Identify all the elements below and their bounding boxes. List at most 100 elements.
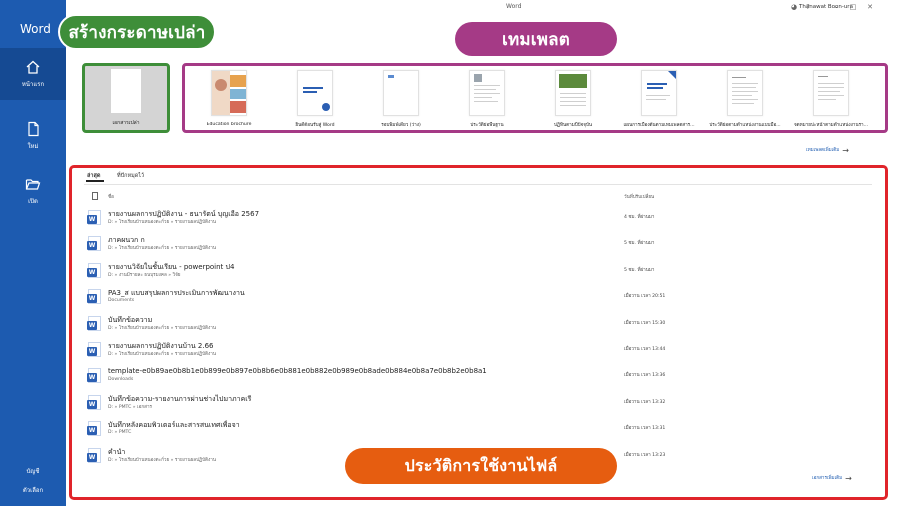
blank-page-preview [111,69,141,113]
word-document-icon: W [87,210,101,225]
file-path: Downloads [108,377,134,383]
file-path: D: » โรงเรียนบ้านหนองตะกั่วย » รายงานผลป… [108,220,216,225]
file-path: D: » PMTC » เอกสาร [108,404,152,410]
tab-pinned[interactable]: ที่ปักหมุดไว้ [117,172,144,180]
word-document-icon: W [87,236,101,252]
file-row[interactable]: W รายงานผลการปฏิบัติงานบ้าน 2.66 D: » โรงเ… [86,338,866,363]
file-modified-date: เมื่อวาน เวลา 13:31 [624,426,666,432]
word-logo-icon: W [87,215,97,224]
template-tile[interactable]: ประวัติย่อตามตำแหน่งงานแบบมือ... [703,70,787,132]
more-templates-label: เทมเพลตเพิ่มเติม [806,148,840,153]
file-modified-date: 5 ชม. ที่ผ่านมา [624,241,655,247]
home-icon [26,60,40,74]
template-tile[interactable]: ประวัติย่อพื้นฐาน [445,70,529,132]
new-document-icon [28,121,39,137]
template-thumbnail [383,70,419,116]
template-tile[interactable]: ปฏิทินตามปีปัจจุบัน [531,70,615,132]
template-label: รอบพิมพ์เดียว (ว่าง) [381,123,421,128]
word-document-icon: W [87,421,101,437]
arrow-right-icon: → [845,474,852,483]
file-row[interactable]: W บันทึกหลังคอมพิวเตอร์และสารสนเทศเพื่อจา… [86,417,866,442]
word-logo-icon: W [87,294,97,304]
word-document-icon: W [87,262,101,278]
close-icon[interactable]: ✕ [865,2,875,12]
window-title: Word [506,3,522,10]
word-logo-icon: W [87,452,97,462]
word-logo-icon: W [87,267,97,277]
word-logo-icon: W [87,426,97,436]
nav-open-label: เปิด [28,198,38,205]
file-modified-date: เมื่อวาน เวลา 15:30 [624,320,666,326]
nav-open[interactable]: เปิด [0,165,66,217]
nav-home[interactable]: หน้าแรก [0,48,66,100]
minimize-icon[interactable]: – [831,2,841,12]
template-thumbnail [641,70,677,116]
file-path: D: » โรงเรียนบ้านหนองตะกั่วย » รายงานผลป… [108,352,216,357]
file-modified-date: 5 ชม. ที่ผ่านมา [624,267,655,273]
tab-recent[interactable]: ล่าสุด [87,172,100,180]
file-row[interactable]: W รายงานผลการปฏิบัติงาน - ธนารัตน์ บุญเอื… [86,206,866,231]
file-path: D: » โรงเรียนบ้านหนองตะกั่วย » รายงานผลป… [108,457,216,463]
word-document-icon: W [87,342,101,357]
template-label: ประวัติย่อตามตำแหน่งงานแบบมือ... [709,123,781,128]
word-logo-icon: W [87,373,97,383]
tabs-divider [84,184,872,185]
word-document-icon: W [87,447,101,463]
help-icon[interactable]: ? [803,2,813,12]
template-thumbnail [469,70,505,116]
word-logo-icon: W [87,241,97,251]
column-name-header[interactable]: ชื่อ [108,194,114,201]
arrow-right-icon: → [842,146,849,155]
file-path: D: » PMTC [108,430,132,436]
file-modified-date: เมื่อวาน เวลา 13:36 [624,373,666,379]
word-logo-icon: W [87,320,97,330]
file-row[interactable]: W PA3_ส แบบสรุปผลการประเมินการพัฒนางาน Doc… [86,285,866,310]
nav-home-label: หน้าแรก [21,81,45,88]
nav-new-label: ใหม่ [27,143,39,150]
open-folder-icon [25,179,41,190]
file-row[interactable]: Wtemplate-e0b89ae0b8b1e0b899e0b897e0b8b6… [86,364,866,389]
template-label: ประวัติย่อพื้นฐาน [470,123,504,128]
blank-document-tile[interactable]: เอกสารเปล่า [82,63,170,133]
file-row[interactable]: W รายงานวิจัยในชั้นเรียน - powerpoint ป4 D… [86,259,866,284]
template-tile[interactable]: รอบพิมพ์เดียว (ว่าง) [359,70,443,132]
template-thumbnail [211,70,247,116]
file-path: D: » โรงเรียนบ้านหนองตะกั่วย » รายงานผลป… [108,325,216,331]
template-label: ปฏิทินตามปีปัจจุบัน [553,123,593,128]
template-thumbnail [727,70,763,116]
title-bar: Word Thanawat Boon-ura [66,0,900,14]
file-row[interactable]: W บันทึกข้อความ D: » โรงเรียนบ้านหนองตะกั่… [86,312,866,337]
nav-account[interactable]: บัญชี [0,466,66,476]
word-logo-icon: W [87,399,97,409]
template-thumbnail [555,70,591,116]
file-modified-date: เมื่อวาน เวลา 13:32 [624,399,666,405]
nav-options[interactable]: ตัวเลือก [0,485,66,495]
word-start-screen: Word หน้าแรก ใหม่ เปิด บัญชี ตัวเลือก Wo… [0,0,900,506]
more-templates-link[interactable]: เทมเพลตเพิ่มเติม → [806,146,849,155]
template-thumbnail [297,70,333,116]
tab-recent-underline [86,180,104,182]
file-modified-date: 4 ชม. ที่ผ่านมา [624,215,655,220]
template-label: ยินดีต้อนรับสู่ Word [295,123,335,128]
more-documents-link[interactable]: เอกสารเพิ่มเติม → [812,474,852,483]
template-tile[interactable]: แผนการเบื้องต้นตามเทมเพลตสาร... [617,70,701,132]
template-tile[interactable]: จดหมายปะหน้าตามตำแหน่งงานรา... [789,70,873,132]
template-label: Education brochure [206,122,252,127]
file-modified-date: เมื่อวาน เวลา 13:44 [624,347,666,352]
file-type-column-icon [92,192,98,200]
file-row[interactable]: W บันทึกข้อความ-รายงานการผ่านช่างไปมาภาคเ… [86,391,866,416]
file-modified-date: เมื่อวาน เวลา 13:23 [624,452,666,458]
nav-new[interactable]: ใหม่ [0,110,66,162]
account-avatar-icon[interactable]: ◕ [789,2,799,12]
template-label: แผนการเบื้องต้นตามเทมเพลตสาร... [623,123,695,128]
column-modified-header[interactable]: วันที่ปรับเปลี่ยน [624,194,654,201]
word-document-icon: W [87,289,101,305]
template-tile[interactable]: Education brochure [187,70,271,132]
template-tile[interactable]: ยินดีต้อนรับสู่ Word [273,70,357,132]
file-row[interactable]: W ภาคผนวก ก D: » โรงเรียนบ้านหนองตะกั่วย »… [86,232,866,257]
word-logo-icon: W [87,347,97,356]
file-path: D: » โรงเรียนบ้านหนองตะกั่วย » รายงานผลป… [108,246,216,252]
word-document-icon: W [87,315,101,331]
maximize-icon[interactable]: □ [848,2,858,12]
left-nav: Word หน้าแรก ใหม่ เปิด บัญชี ตัวเลือก [0,0,66,506]
